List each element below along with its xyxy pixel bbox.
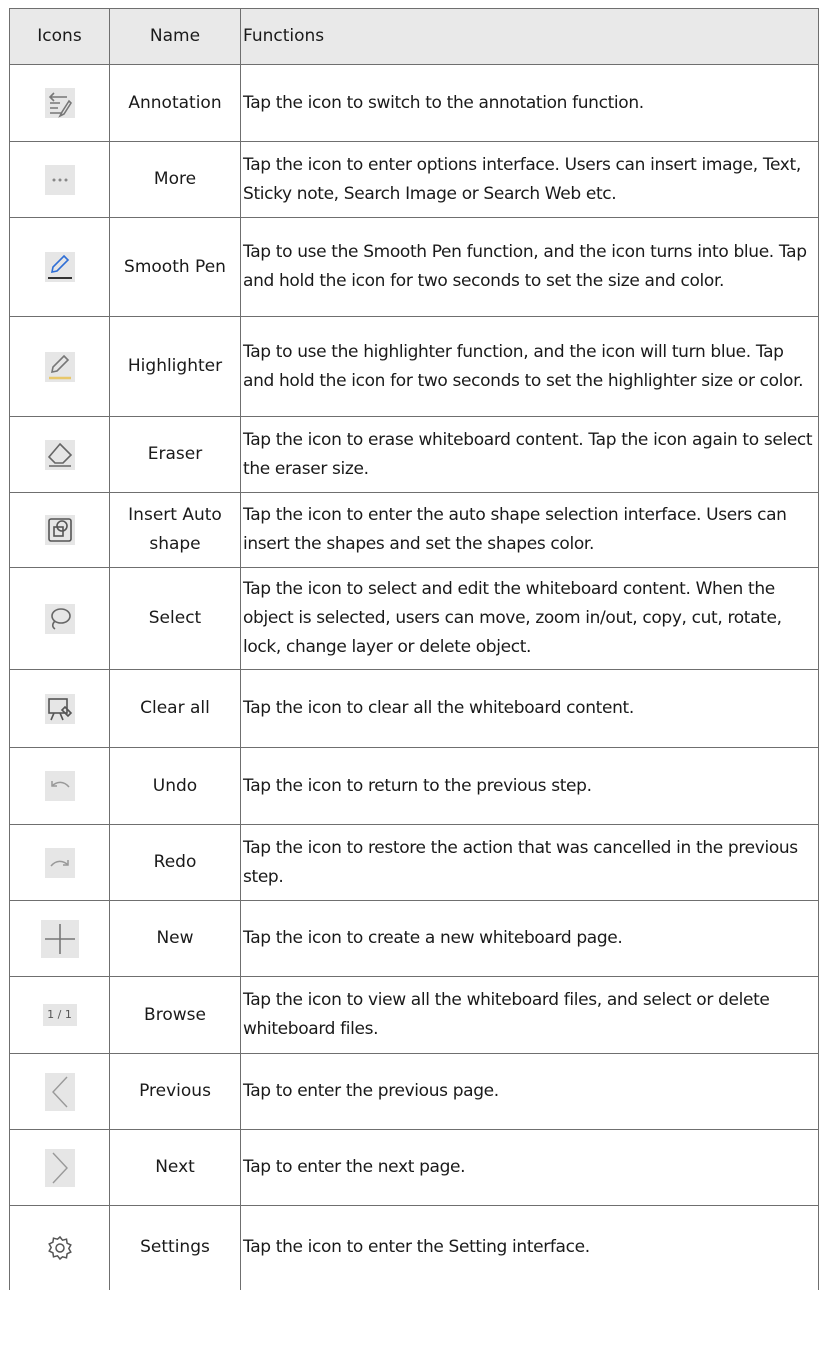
icon-function: Tap to enter the previous page.	[240, 1053, 819, 1130]
table-row: Smooth Pen Tap to use the Smooth Pen fun…	[9, 217, 819, 317]
icon-name: Undo	[109, 747, 241, 825]
icon-name: New	[109, 900, 241, 977]
chevron-right-icon	[44, 1148, 75, 1187]
icon-function: Tap the icon to return to the previous s…	[240, 747, 819, 825]
icon-name: Browse	[109, 976, 241, 1054]
toolbar-functions-table: Icons Name Functions Annotation Tap the …	[9, 8, 819, 1290]
icon-function: Tap the icon to switch to the annotation…	[240, 64, 819, 142]
icon-function: Tap the icon to clear all the whiteboard…	[240, 669, 819, 748]
table-row: New Tap the icon to create a new whitebo…	[9, 900, 819, 977]
highlighter-icon	[44, 351, 75, 382]
auto-shape-icon	[44, 515, 75, 545]
icon-name: Annotation	[109, 64, 241, 142]
icon-name: Redo	[109, 824, 241, 901]
table-row: 1 / 1 Browse Tap the icon to view all th…	[9, 976, 819, 1054]
icon-name: Highlighter	[109, 316, 241, 417]
icon-function: Tap the icon to view all the whiteboard …	[240, 976, 819, 1054]
icon-function: Tap the icon to create a new whiteboard …	[240, 900, 819, 977]
clear-all-icon	[44, 693, 75, 724]
column-header-functions: Functions	[240, 8, 819, 65]
plus-icon	[40, 919, 79, 958]
column-header-name: Name	[109, 8, 241, 65]
icon-name: Settings	[109, 1205, 241, 1290]
icon-name: Eraser	[109, 416, 241, 493]
icon-function: Tap the icon to select and edit the whit…	[240, 567, 819, 670]
annotation-icon	[44, 88, 75, 118]
table-row: Redo Tap the icon to restore the action …	[9, 824, 819, 901]
undo-icon	[44, 771, 75, 801]
table-row: Settings Tap the icon to enter the Setti…	[9, 1205, 819, 1290]
gear-icon	[45, 1233, 75, 1263]
icon-name: More	[109, 141, 241, 218]
page-counter-icon: 1 / 1	[42, 1003, 77, 1026]
icon-name: Clear all	[109, 669, 241, 748]
icon-function: Tap the icon to enter the auto shape sel…	[240, 492, 819, 568]
table-row: Clear all Tap the icon to clear all the …	[9, 669, 819, 748]
icon-name: Next	[109, 1129, 241, 1206]
icon-function: Tap the icon to enter the Setting interf…	[240, 1205, 819, 1290]
table-row: Eraser Tap the icon to erase whiteboard …	[9, 416, 819, 493]
table-row: Insert Auto shape Tap the icon to enter …	[9, 492, 819, 568]
icon-name: Previous	[109, 1053, 241, 1130]
icon-function: Tap the icon to enter options interface.…	[240, 141, 819, 218]
more-icon	[44, 164, 75, 195]
table-row: Highlighter Tap to use the highlighter f…	[9, 316, 819, 417]
chevron-left-icon	[44, 1072, 75, 1111]
icon-name: Smooth Pen	[109, 217, 241, 317]
table-row: Undo Tap the icon to return to the previ…	[9, 747, 819, 825]
icon-function: Tap the icon to restore the action that …	[240, 824, 819, 901]
icon-function: Tap to use the highlighter function, and…	[240, 316, 819, 417]
icon-name: Select	[109, 567, 241, 670]
header-row: Icons Name Functions	[9, 8, 819, 65]
smooth-pen-icon	[44, 252, 75, 282]
table-row: More Tap the icon to enter options inter…	[9, 141, 819, 218]
eraser-icon	[44, 439, 75, 470]
table-row: Annotation Tap the icon to switch to the…	[9, 64, 819, 142]
icon-function: Tap to use the Smooth Pen function, and …	[240, 217, 819, 317]
icon-function: Tap the icon to erase whiteboard content…	[240, 416, 819, 493]
icon-name: Insert Auto shape	[109, 492, 241, 568]
table-row: Next Tap to enter the next page.	[9, 1129, 819, 1206]
column-header-icons: Icons	[9, 8, 110, 65]
icon-function: Tap to enter the next page.	[240, 1129, 819, 1206]
table-row: Previous Tap to enter the previous page.	[9, 1053, 819, 1130]
redo-icon	[44, 847, 75, 878]
lasso-select-icon	[44, 603, 75, 634]
table-row: Select Tap the icon to select and edit t…	[9, 567, 819, 670]
